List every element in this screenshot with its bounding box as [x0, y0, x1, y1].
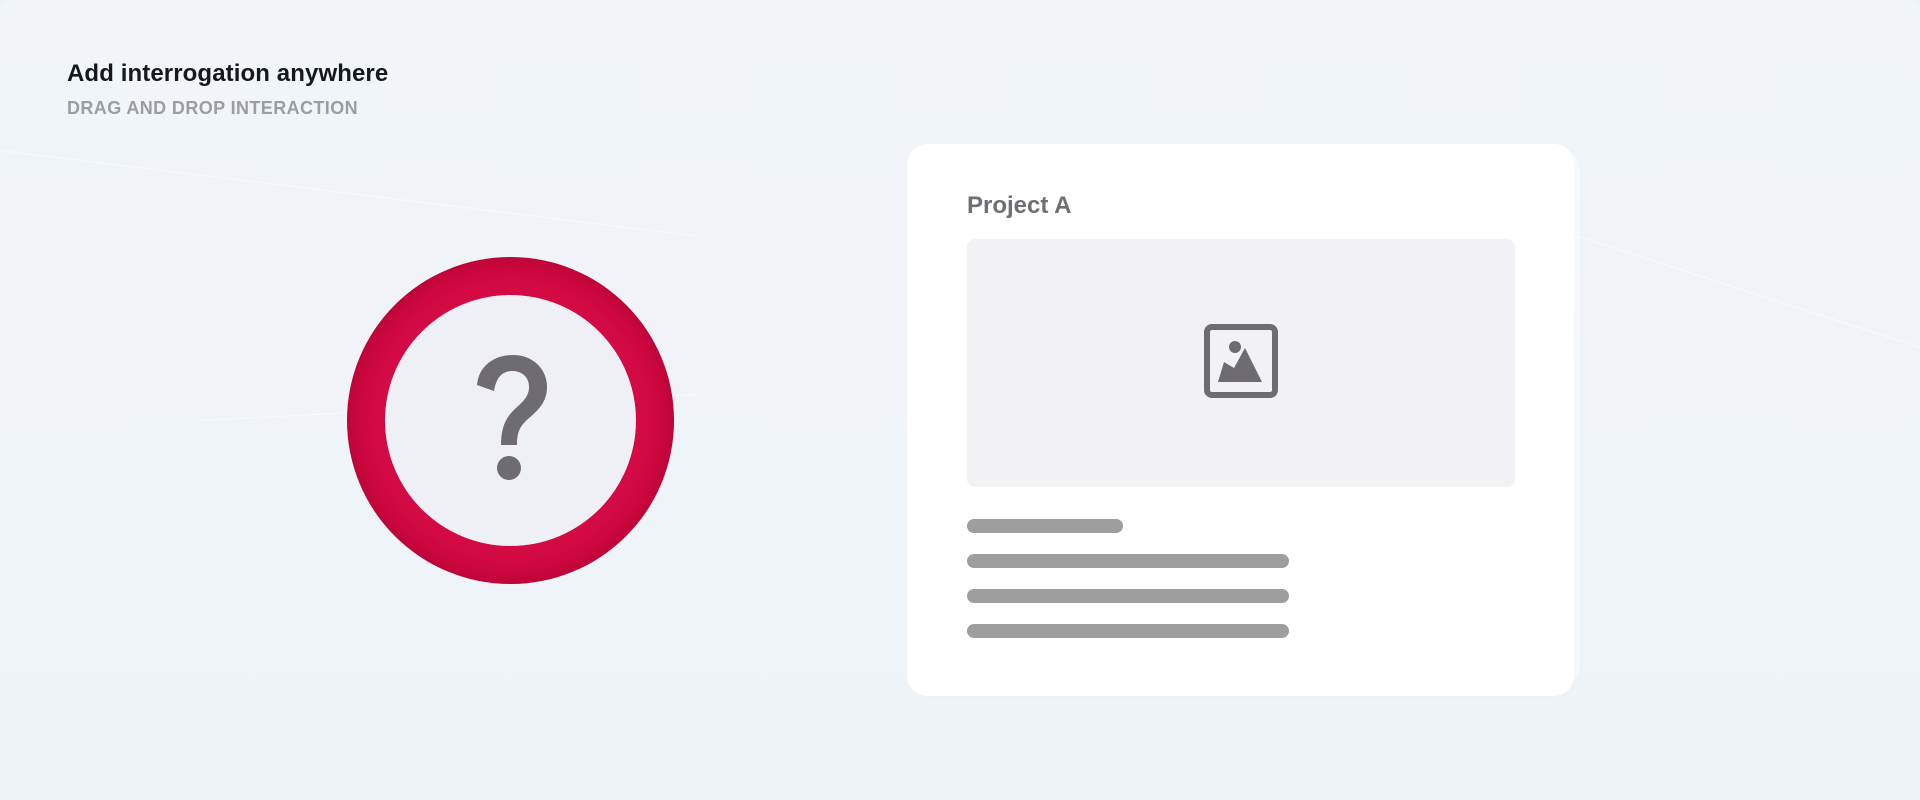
background-streak	[0, 150, 695, 237]
card-title: Project A	[967, 192, 1072, 219]
project-card[interactable]: Project A	[907, 144, 1574, 696]
image-placeholder	[967, 239, 1515, 487]
page-subtitle: DRAG AND DROP INTERACTION	[67, 98, 359, 118]
canvas: Add interrogation anywhere DRAG AND DROP…	[0, 0, 1920, 800]
badge-center	[385, 295, 636, 546]
image-icon	[1204, 323, 1278, 403]
text-placeholder-line	[967, 519, 1123, 533]
background-streak	[1559, 230, 1920, 349]
question-mark-icon	[471, 353, 551, 488]
text-placeholder-line	[967, 624, 1289, 638]
text-placeholder-line	[967, 589, 1289, 603]
text-placeholder-line	[967, 554, 1289, 568]
interrogation-draggable-badge[interactable]	[347, 257, 674, 584]
page-title: Add interrogation anywhere	[67, 60, 389, 87]
